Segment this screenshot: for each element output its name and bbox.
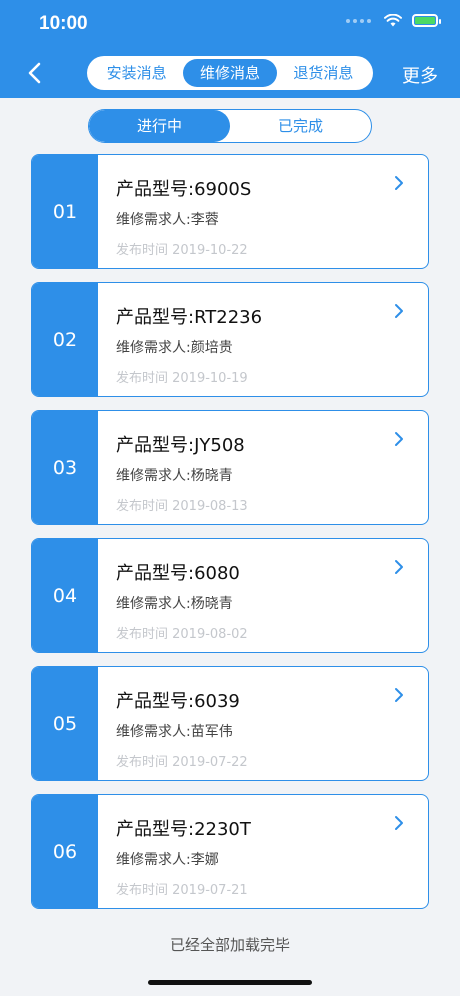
item-requester: 维修需求人:李娜 (116, 852, 219, 868)
item-requester: 维修需求人:李蓉 (116, 212, 219, 228)
item-model: 产品型号:JY508 (116, 435, 245, 456)
chevron-right-icon (395, 816, 403, 830)
item-model: 产品型号:6900S (116, 179, 252, 200)
chevron-right-icon (395, 688, 403, 702)
item-index: 05 (32, 667, 98, 780)
tab-completed[interactable]: 已完成 (230, 110, 371, 142)
repair-list: 01 产品型号:6900S 维修需求人:李蓉 发布时间 2019-10-22 0… (31, 154, 429, 922)
chevron-right-icon (395, 432, 403, 446)
list-item[interactable]: 03 产品型号:JY508 维修需求人:杨晓青 发布时间 2019-08-13 (31, 410, 429, 525)
chevron-right-icon (395, 304, 403, 318)
status-icons (346, 14, 441, 27)
status-tabs: 进行中 已完成 (88, 109, 372, 143)
wifi-icon (384, 14, 402, 27)
list-item[interactable]: 01 产品型号:6900S 维修需求人:李蓉 发布时间 2019-10-22 (31, 154, 429, 269)
signal-icon (346, 17, 374, 25)
tab-in-progress[interactable]: 进行中 (89, 110, 230, 142)
list-item[interactable]: 04 产品型号:6080 维修需求人:杨晓青 发布时间 2019-08-02 (31, 538, 429, 653)
item-model: 产品型号:6039 (116, 691, 240, 712)
list-item[interactable]: 06 产品型号:2230T 维修需求人:李娜 发布时间 2019-07-21 (31, 794, 429, 909)
app-header: 10:00 安装消息 维修消息 退货消息 更多 (0, 0, 460, 98)
home-indicator (148, 980, 312, 985)
item-index: 03 (32, 411, 98, 524)
item-index: 04 (32, 539, 98, 652)
back-button[interactable] (26, 62, 44, 84)
status-time: 10:00 (39, 13, 88, 34)
item-time: 发布时间 2019-07-21 (116, 883, 248, 898)
message-type-tabs: 安装消息 维修消息 退货消息 (87, 56, 373, 90)
item-requester: 维修需求人:颜培贵 (116, 340, 233, 356)
chevron-right-icon (395, 560, 403, 574)
chevron-right-icon (395, 176, 403, 190)
more-button[interactable]: 更多 (402, 62, 438, 88)
item-index: 01 (32, 155, 98, 268)
item-model: 产品型号:RT2236 (116, 307, 263, 328)
item-time: 发布时间 2019-08-13 (116, 499, 248, 514)
item-requester: 维修需求人:杨晓青 (116, 468, 233, 484)
load-complete-text: 已经全部加载完毕 (169, 936, 290, 954)
item-time: 发布时间 2019-10-22 (116, 243, 248, 258)
item-model: 产品型号:2230T (116, 819, 251, 840)
list-item[interactable]: 02 产品型号:RT2236 维修需求人:颜培贵 发布时间 2019-10-19 (31, 282, 429, 397)
tab-repair-messages[interactable]: 维修消息 (183, 59, 277, 87)
tab-return-messages[interactable]: 退货消息 (277, 59, 370, 87)
item-index: 02 (32, 283, 98, 396)
item-requester: 维修需求人:杨晓青 (116, 596, 233, 612)
item-index: 06 (32, 795, 98, 908)
item-model: 产品型号:6080 (116, 563, 240, 584)
tab-install-messages[interactable]: 安装消息 (90, 59, 183, 87)
item-time: 发布时间 2019-07-22 (116, 755, 248, 770)
list-item[interactable]: 05 产品型号:6039 维修需求人:苗军伟 发布时间 2019-07-22 (31, 666, 429, 781)
item-time: 发布时间 2019-08-02 (116, 627, 248, 642)
item-time: 发布时间 2019-10-19 (116, 371, 248, 386)
item-requester: 维修需求人:苗军伟 (116, 724, 233, 740)
battery-charging-icon (412, 14, 441, 27)
